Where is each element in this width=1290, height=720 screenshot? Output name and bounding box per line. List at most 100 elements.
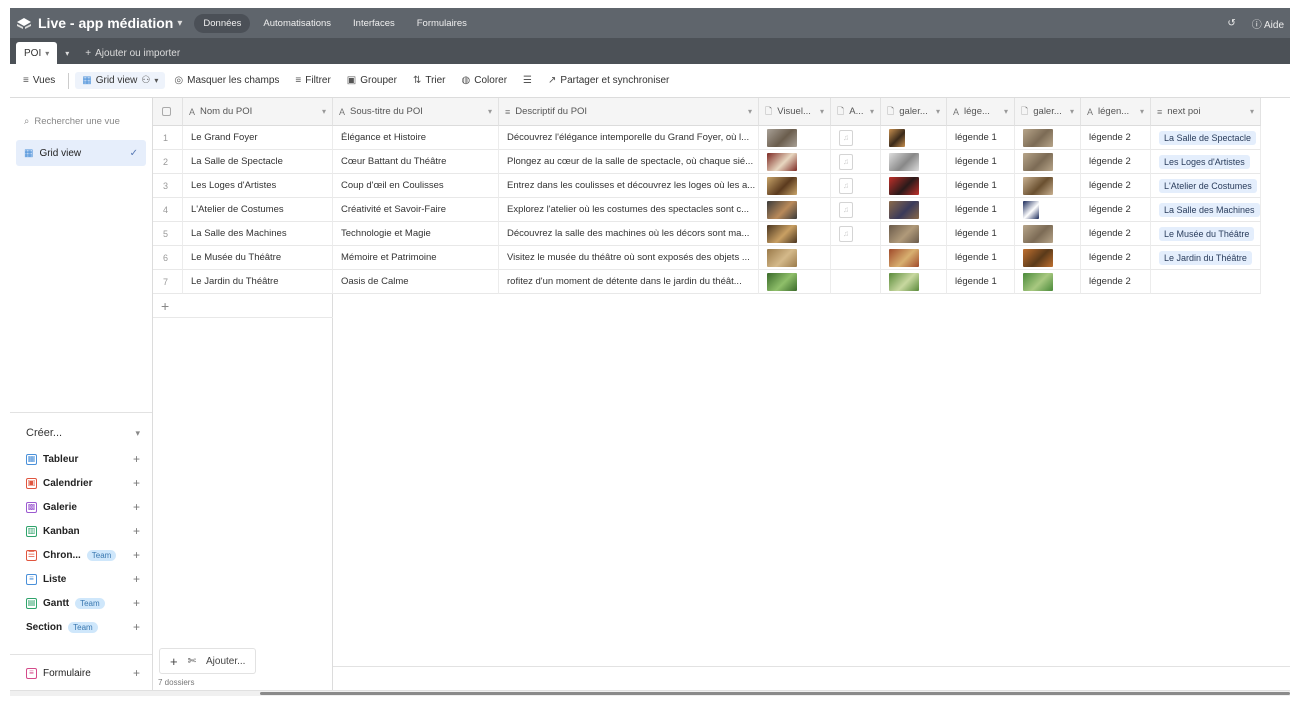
cell-visual[interactable]	[759, 198, 831, 222]
cell-description[interactable]: rofitez d'un moment de détente dans le j…	[499, 270, 759, 294]
sidebar-item-section[interactable]: Section Team +	[10, 615, 152, 639]
image-thumbnail[interactable]	[1023, 152, 1053, 171]
cell-legend-1[interactable]: légende 1	[947, 270, 1015, 294]
tab-poi[interactable]: POI ▾	[16, 42, 58, 64]
chevron-down-icon[interactable]: ▾	[1137, 107, 1144, 116]
plus-icon[interactable]: +	[133, 548, 140, 562]
linked-record-chip[interactable]: Le Musée du Théâtre	[1159, 226, 1255, 241]
add-button[interactable]: + ✄ Ajouter...	[159, 648, 257, 674]
select-all-checkbox[interactable]	[153, 98, 183, 126]
views-button[interactable]: ≡ Vues	[16, 72, 62, 89]
cell-legend-2[interactable]: légende 2	[1081, 246, 1151, 270]
linked-record-chip[interactable]: Les Loges d'Artistes	[1159, 154, 1250, 169]
cell-next-poi[interactable]: Le Jardin du Théâtre	[1151, 246, 1261, 270]
image-thumbnail[interactable]	[767, 224, 797, 243]
sidebar-item-create-3[interactable]: ▥ Kanban +	[10, 519, 152, 543]
audio-file-icon[interactable]: ♫	[839, 201, 853, 218]
cell-audio[interactable]: ♫	[831, 174, 881, 198]
row-number[interactable]: 4	[153, 198, 183, 222]
sidebar-item-create-6[interactable]: ▤ Gantt Team +	[10, 591, 152, 615]
cell-gallery-2[interactable]	[1015, 222, 1081, 246]
cell-legend-1[interactable]: légende 1	[947, 126, 1015, 150]
app-logo-icon[interactable]	[10, 8, 38, 38]
cell-gallery-1[interactable]	[881, 198, 947, 222]
column-header[interactable]: ≡ next poi ▾	[1151, 98, 1261, 126]
cell-subtitle[interactable]: Oasis de Calme	[333, 270, 499, 294]
plus-icon[interactable]: +	[133, 476, 140, 490]
cell-gallery-1[interactable]	[881, 150, 947, 174]
chevron-down-icon[interactable]: ▾	[745, 107, 752, 116]
cell-legend-1[interactable]: légende 1	[947, 174, 1015, 198]
column-header[interactable]: Alége... ▾	[947, 98, 1015, 126]
group-button[interactable]: ▣ Grouper	[340, 72, 404, 89]
cell-description[interactable]: Plongez au cœur de la salle de spectacle…	[499, 150, 759, 174]
audio-file-icon[interactable]: ♫	[839, 225, 853, 242]
image-thumbnail[interactable]	[767, 272, 797, 291]
image-thumbnail[interactable]	[767, 248, 797, 267]
image-thumbnail[interactable]	[889, 224, 919, 243]
app-title[interactable]: Live - app médiation	[38, 15, 173, 31]
image-thumbnail[interactable]	[767, 200, 797, 219]
sidebar-item-create-0[interactable]: ▦ Tableur +	[10, 447, 152, 471]
filter-button[interactable]: ≡ Filtrer	[288, 72, 337, 89]
cell-visual[interactable]	[759, 222, 831, 246]
cell-next-poi[interactable]: La Salle des Machines	[1151, 198, 1261, 222]
row-number[interactable]: 6	[153, 246, 183, 270]
cell-description[interactable]: Découvrez la salle des machines où les d…	[499, 222, 759, 246]
cell-subtitle[interactable]: Coup d'œil en Coulisses	[333, 174, 499, 198]
chevron-down-icon[interactable]: ▾	[177, 18, 182, 29]
sidebar-item-create-2[interactable]: ▩ Galerie +	[10, 495, 152, 519]
image-thumbnail[interactable]	[1023, 272, 1053, 291]
image-thumbnail[interactable]	[767, 128, 797, 147]
cell-subtitle[interactable]: Élégance et Histoire	[333, 126, 499, 150]
cell-legend-1[interactable]: légende 1	[947, 198, 1015, 222]
share-sync-button[interactable]: ↗ Partager et synchroniser	[541, 72, 676, 89]
nav-interfaces[interactable]: Interfaces	[344, 14, 404, 33]
cell-name[interactable]: La Salle de Spectacle	[183, 150, 333, 174]
chevron-down-icon[interactable]: ▾	[319, 107, 326, 116]
cell-gallery-2[interactable]	[1015, 198, 1081, 222]
cell-visual[interactable]	[759, 126, 831, 150]
chevron-down-icon[interactable]: ▾	[817, 107, 824, 116]
color-button[interactable]: ◍ Colorer	[455, 72, 515, 89]
image-thumbnail[interactable]	[889, 152, 919, 171]
cell-legend-2[interactable]: légende 2	[1081, 222, 1151, 246]
chevron-down-icon[interactable]: ▾	[1067, 107, 1074, 116]
chevron-down-icon[interactable]: ▾	[867, 107, 874, 116]
table-row[interactable]: 6 Le Musée du Théâtre Mémoire et Patrimoin…	[153, 246, 1261, 270]
cell-gallery-2[interactable]	[1015, 150, 1081, 174]
plus-icon[interactable]: +	[133, 596, 140, 610]
plus-icon[interactable]: +	[133, 452, 140, 466]
cell-legend-1[interactable]: légende 1	[947, 222, 1015, 246]
nav-automations[interactable]: Automatisations	[254, 14, 340, 33]
cell-legend-1[interactable]: légende 1	[947, 150, 1015, 174]
plus-icon[interactable]: +	[133, 620, 140, 634]
cell-legend-2[interactable]: légende 2	[1081, 198, 1151, 222]
image-thumbnail[interactable]	[889, 248, 919, 267]
add-import-button[interactable]: + Ajouter ou importer	[77, 42, 188, 64]
image-thumbnail[interactable]	[1023, 176, 1053, 195]
cell-audio[interactable]: ♫	[831, 150, 881, 174]
row-number[interactable]: 1	[153, 126, 183, 150]
cell-gallery-1[interactable]	[881, 246, 947, 270]
grid-view-button[interactable]: ▦ Grid view ⚇ ▾	[75, 72, 166, 89]
tables-menu[interactable]: ▾	[57, 42, 77, 64]
cell-gallery-2[interactable]	[1015, 174, 1081, 198]
cell-name[interactable]: L'Atelier de Costumes	[183, 198, 333, 222]
table-row[interactable]: 2 La Salle de Spectacle Cœur Battant du Th…	[153, 150, 1261, 174]
cell-legend-2[interactable]: légende 2	[1081, 126, 1151, 150]
cell-name[interactable]: Le Grand Foyer	[183, 126, 333, 150]
column-header[interactable]: A Nom du POI ▾	[183, 98, 333, 126]
audio-file-icon[interactable]: ♫	[839, 177, 853, 194]
plus-icon[interactable]: +	[133, 524, 140, 538]
column-header[interactable]: 🗋 Visuel... ▾	[759, 98, 831, 126]
image-thumbnail[interactable]	[1023, 128, 1053, 147]
nav-data[interactable]: Données	[194, 13, 251, 33]
cell-next-poi[interactable]: La Salle de Spectacle	[1151, 126, 1261, 150]
linked-record-chip[interactable]: La Salle des Machines	[1159, 202, 1260, 217]
cell-visual[interactable]	[759, 270, 831, 294]
cell-legend-1[interactable]: légende 1	[947, 246, 1015, 270]
chevron-down-icon[interactable]: ▾	[933, 107, 940, 116]
cell-audio[interactable]: ♫	[831, 126, 881, 150]
cell-subtitle[interactable]: Créativité et Savoir-Faire	[333, 198, 499, 222]
